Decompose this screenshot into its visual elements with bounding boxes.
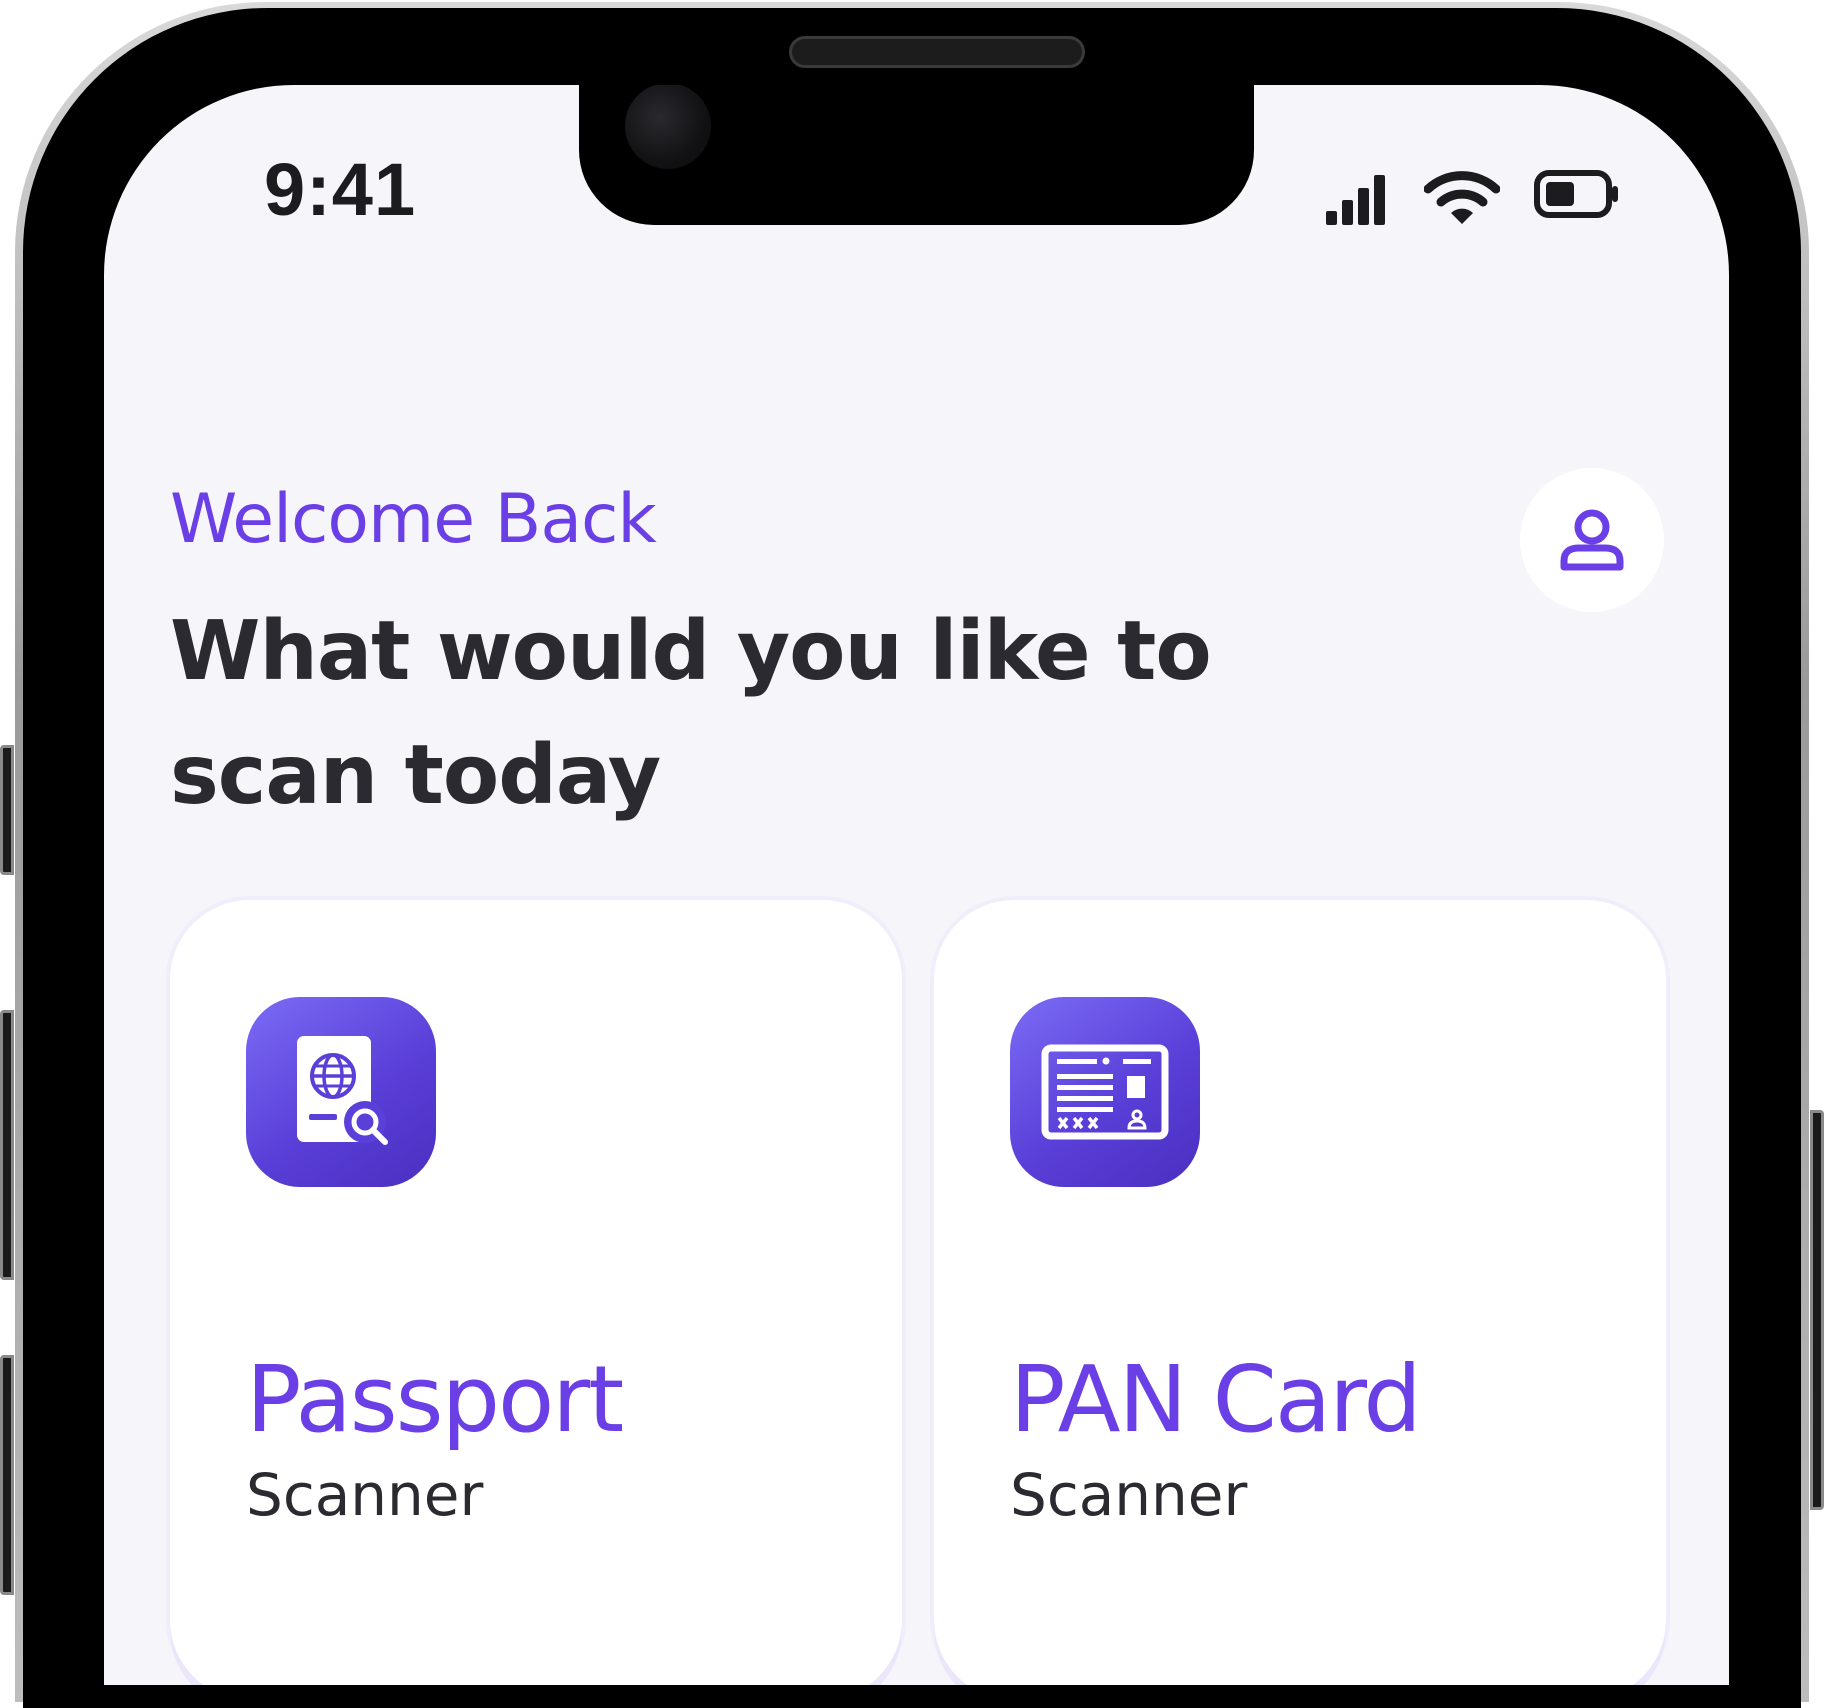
- user-icon: [1560, 509, 1624, 571]
- page-title: What would you like to scan today: [170, 604, 1212, 823]
- volume-down-button: [0, 1355, 14, 1595]
- status-icons: [1324, 163, 1664, 233]
- battery-icon: [1534, 170, 1618, 218]
- signal-icon: [1326, 175, 1385, 225]
- notch: [579, 85, 1254, 225]
- app-screen: 9:41 Welcome Back What would you like to…: [104, 85, 1729, 1685]
- id-card-icon: [1010, 997, 1200, 1187]
- power-button: [1810, 1110, 1824, 1510]
- pan-card-title: PAN Card: [1010, 1346, 1422, 1453]
- welcome-text: Welcome Back: [170, 480, 657, 559]
- profile-button[interactable]: [1520, 468, 1664, 612]
- volume-up-button: [0, 1010, 14, 1280]
- earpiece-speaker: [789, 36, 1085, 68]
- passport-scanner-card[interactable]: Passport Scanner: [170, 900, 902, 1685]
- passport-card-title: Passport: [246, 1346, 624, 1453]
- action-button: [0, 745, 14, 875]
- passport-card-subtitle: Scanner: [246, 1461, 484, 1529]
- wifi-icon: [1424, 171, 1500, 224]
- pan-card-subtitle: Scanner: [1010, 1461, 1248, 1529]
- front-camera: [625, 85, 711, 169]
- pan-card-scanner-card[interactable]: PAN Card Scanner: [934, 900, 1666, 1685]
- status-time: 9:41: [264, 148, 417, 231]
- passport-scan-icon: [246, 997, 436, 1187]
